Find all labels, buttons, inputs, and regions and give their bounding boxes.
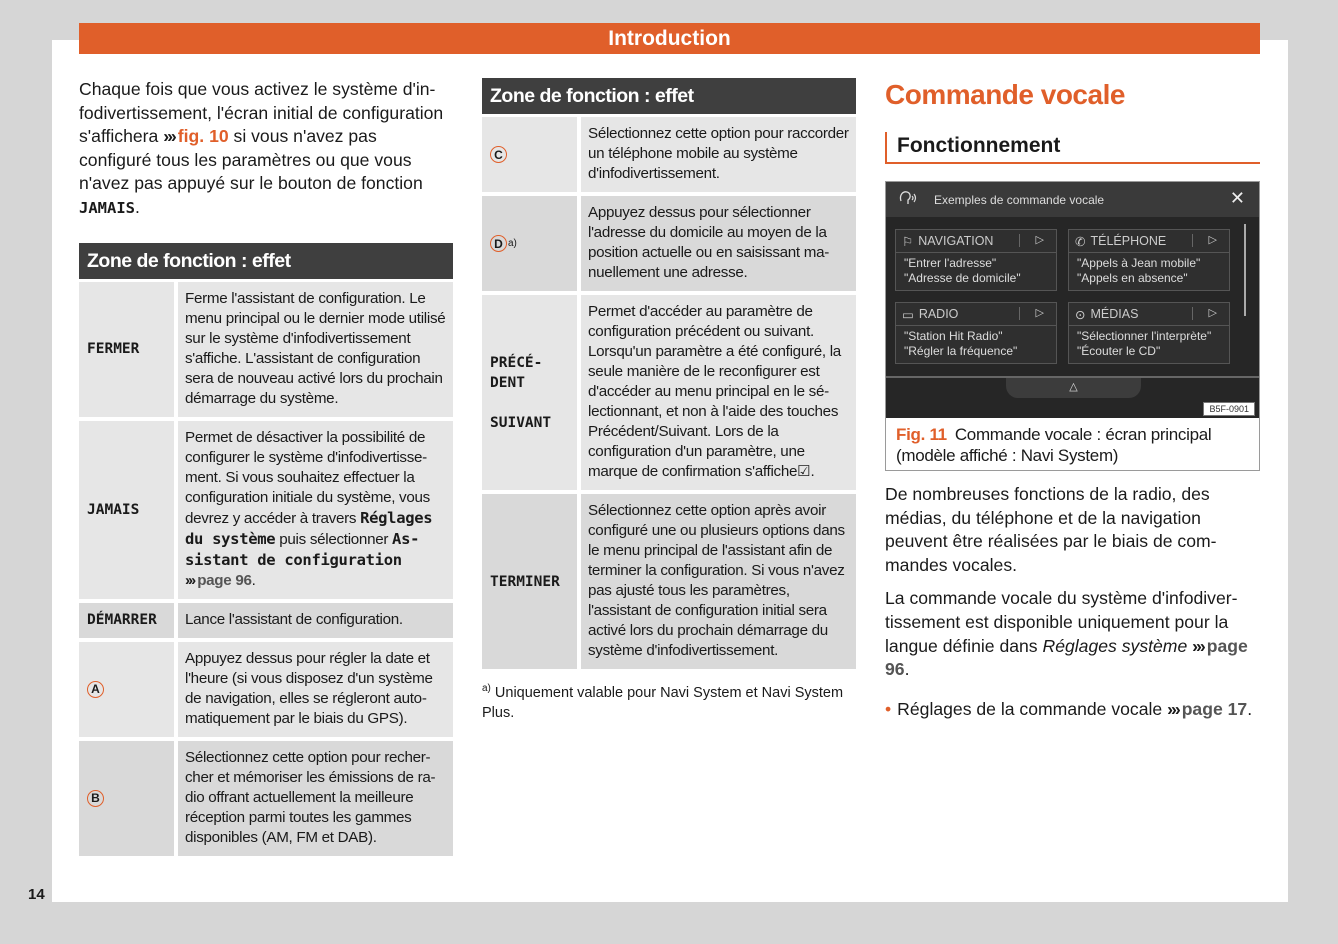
row-value: Lance l'assistant de configuration. [178, 602, 453, 638]
function-table-2: Zone de fonction : effet C Sélectionnez … [482, 78, 856, 669]
figure-label: Fig. 11 [896, 425, 947, 444]
tile-navigation[interactable]: ⚐ NAVIGATION ▷ "Entrer l'adresse" "Adresse … [895, 229, 1057, 291]
row-key: DÉMARRER [79, 602, 174, 638]
close-icon[interactable]: ✕ [1230, 188, 1245, 209]
function-table-1: Zone de fonction : effet FERMER Ferme l'… [79, 242, 453, 856]
intro-paragraph: Chaque fois que vous activez le système … [79, 79, 444, 217]
checkbox-checked-icon: ☑ [797, 463, 811, 480]
table-header: Zone de fonction : effet [482, 78, 856, 114]
row-key: B [79, 740, 174, 856]
row-key: C [482, 117, 577, 192]
expand-up-button[interactable]: △ [1006, 378, 1141, 398]
column-left: Chaque fois que vous activez le système … [79, 78, 453, 856]
radio-icon: ▭ [902, 307, 914, 322]
paragraph: De nombreuses fonctions de la radio, des… [885, 484, 1217, 575]
row-value: Ferme l'assistant de configuration. Le m… [178, 281, 453, 417]
image-code: B5F-0901 [1203, 402, 1255, 416]
play-icon[interactable]: ▷ [1036, 233, 1044, 246]
footnote-marker: a) [508, 238, 517, 249]
row-value: Appuyez dessus pour régler la date et l'… [178, 641, 453, 737]
tile-telephone[interactable]: ✆ TÉLÉPHONE ▷ "Appels à Jean mobile" "Appel… [1068, 229, 1230, 291]
row-value: Permet d'accéder au paramètre de configu… [581, 295, 856, 490]
table-row: A Appuyez dessus pour régler la date et … [79, 641, 453, 737]
table-row: TERMINER Sélectionnez cette option après… [482, 494, 856, 669]
row-key: Da) [482, 196, 577, 291]
figure-11: Exemples de commande vocale ✕ ⚐ NAVIGATIO… [885, 181, 1260, 471]
tile-radio[interactable]: ▭ RADIO ▷ "Station Hit Radio" "Régler la fr… [895, 302, 1057, 364]
table-row: DÉMARRER Lance l'assistant de configurat… [79, 602, 453, 638]
table-row: B Sélectionnez cette option pour recher­… [79, 740, 453, 856]
bullet-item: • Réglages de la commande vocale ››› pa­ge… [885, 698, 1253, 719]
page-number: 14 [28, 886, 45, 903]
phone-icon: ✆ [1075, 234, 1086, 249]
voice-command-icon [898, 189, 920, 211]
screen-title-bar: Exemples de commande vocale ✕ [886, 182, 1259, 217]
ref-arrows: ››› [163, 126, 177, 147]
table-header: Zone de fonction : effet [79, 242, 453, 279]
table-row: PRÉCÉ- DENT SUIVANT Permet d'accéder au … [482, 295, 856, 490]
row-value: Sélectionnez cette option pour raccor­de… [581, 117, 856, 192]
subsection-title: Fonctionnement [885, 132, 1260, 164]
footnote: a) Uniquement valable pour Navi System et… [482, 683, 844, 721]
row-key: PRÉCÉ- DENT SUIVANT [482, 295, 577, 490]
circled-letter-c-icon: C [490, 146, 507, 163]
circled-letter-b-icon: B [87, 789, 104, 807]
bullet-icon: • [885, 698, 892, 719]
column-right: Commande vocale Fonctionnement Exemples … [885, 78, 1260, 721]
play-icon[interactable]: ▷ [1209, 233, 1217, 246]
screen-title: Exemples de commande vocale [934, 192, 1105, 207]
footnote-mark: a) [482, 683, 491, 694]
infotainment-screen: Exemples de commande vocale ✕ ⚐ NAVIGATIO… [886, 182, 1259, 418]
table-row: FERMER Ferme l'assistant de configuratio… [79, 281, 453, 417]
chapter-header: Introduction [79, 23, 1260, 54]
table-row: Da) Appuyez dessus pour sélectionner l'a… [482, 196, 856, 291]
flag-icon: ⚐ [902, 234, 914, 249]
circled-letter-a-icon: A [87, 680, 104, 698]
media-play-icon: ⊙ [1075, 307, 1086, 322]
row-value: Appuyez dessus pour sélectionner l'adres… [581, 196, 856, 291]
fig-link[interactable]: fig. 10 [178, 126, 229, 146]
row-value: Permet de désactiver la possibilité de c… [178, 420, 453, 599]
figure-caption: Fig. 11 Commande vocale : écran principal… [896, 425, 1212, 465]
row-value: Sélectionnez cette option après avoir co… [581, 494, 856, 669]
play-icon[interactable]: ▷ [1209, 306, 1217, 319]
page-link[interactable]: page 96 [197, 572, 252, 589]
paragraph: La commande vocale du système d'infodive… [885, 588, 1248, 680]
row-key: JAMAIS [79, 420, 174, 599]
section-title: Commande vocale [885, 79, 1125, 110]
row-value: Sélectionnez cette option pour recher­ch… [178, 740, 453, 856]
page-link[interactable]: pa­ge 17 [1182, 699, 1248, 719]
chevron-up-icon: △ [1069, 381, 1078, 393]
table-row: JAMAIS Permet de désactiver la possibili… [79, 420, 453, 599]
play-icon[interactable]: ▷ [1036, 306, 1044, 319]
column-middle: Zone de fonction : effet C Sélectionnez … [482, 78, 856, 723]
row-key: A [79, 641, 174, 737]
row-key: FERMER [79, 281, 174, 417]
scrollbar[interactable] [1244, 224, 1246, 316]
button-name: JAMAIS [79, 198, 135, 217]
table-row: C Sélectionnez cette option pour raccor­… [482, 117, 856, 192]
circled-letter-d-icon: D [490, 235, 507, 252]
tile-media[interactable]: ⊙ MÉDIAS ▷ "Sélectionner l'interprète" "Éco… [1068, 302, 1230, 364]
row-key: TERMINER [482, 494, 577, 669]
